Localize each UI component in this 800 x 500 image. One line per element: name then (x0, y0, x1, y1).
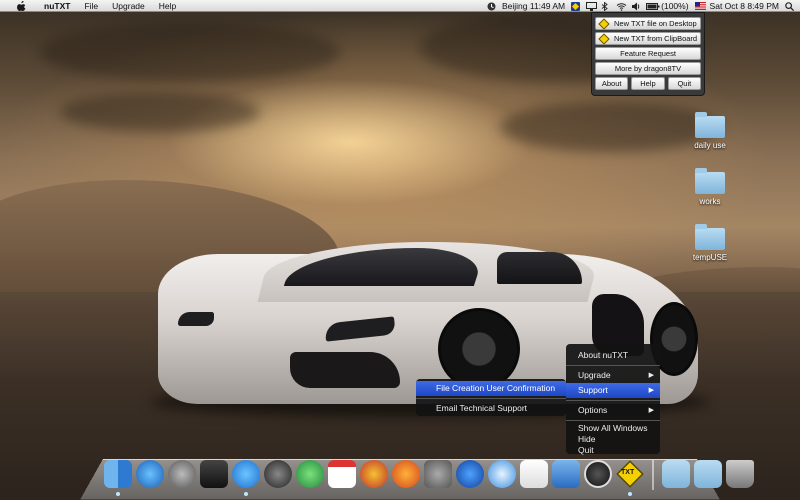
nutxt-badge: TXT (621, 469, 635, 476)
launchpad-icon[interactable] (168, 460, 196, 488)
menu-upgrade[interactable]: Upgrade (112, 1, 145, 11)
menu-item-options[interactable]: Options ▶ (566, 403, 660, 418)
cloud (40, 22, 340, 82)
folder-icon (695, 112, 725, 138)
chrome-like-icon[interactable] (264, 460, 292, 488)
about-button[interactable]: About (595, 77, 629, 90)
spotlight-search-icon[interactable] (785, 1, 795, 11)
menu-bar: nuTXT File Upgrade Help Beijing 11:49 AM… (0, 0, 800, 12)
nutxt-menubar-panel: New TXT file on Desktop New TXT from Cli… (591, 12, 705, 96)
nutxt-diamond-icon (598, 18, 610, 30)
date-time[interactable]: Sat Oct 8 8:49 PM (710, 1, 779, 11)
desktop-folder-tempuse[interactable]: tempUSE (680, 224, 740, 262)
folder-label: tempUSE (692, 253, 728, 262)
xcode-icon[interactable] (552, 460, 580, 488)
car-headlight (178, 312, 214, 326)
folder-icon (695, 224, 725, 250)
running-indicator (116, 492, 120, 496)
feature-request-button[interactable]: Feature Request (595, 47, 701, 60)
quit-button[interactable]: Quit (667, 77, 701, 90)
help-button[interactable]: Help (631, 77, 665, 90)
finder-icon[interactable] (104, 460, 132, 496)
menu-item-hide[interactable]: Hide (566, 434, 660, 445)
menu-separator (416, 398, 566, 399)
volume-icon[interactable] (631, 2, 640, 11)
display-icon[interactable] (586, 1, 598, 11)
menu-item-show-all-windows[interactable]: Show All Windows (566, 423, 660, 434)
new-txt-clipboard-button[interactable]: New TXT from ClipBoard (595, 32, 701, 45)
system-preferences-icon[interactable] (424, 460, 452, 488)
menu-separator (566, 365, 660, 366)
dock-context-menu: About nuTXT Upgrade ▶ Support ▶ Options … (566, 344, 660, 456)
menu-item-quit[interactable]: Quit (566, 445, 660, 456)
dock: TXT (104, 460, 754, 496)
menu-item-options-label: Options (578, 405, 608, 415)
running-indicator (244, 492, 248, 496)
car-intake (290, 352, 400, 388)
firefox-icon[interactable] (392, 460, 420, 488)
menu-item-file-creation-confirmation[interactable]: File Creation User Confirmation (416, 381, 566, 396)
menu-item-about[interactable]: About nuTXT (566, 348, 660, 363)
desktop-folder-daily-use[interactable]: daily use (680, 112, 740, 150)
folder-icon (695, 168, 725, 194)
clock-app-icon[interactable] (487, 2, 496, 11)
folder-label: works (699, 197, 721, 206)
bluetooth-icon[interactable] (601, 1, 610, 11)
menu-item-email-technical-support[interactable]: Email Technical Support (416, 401, 566, 416)
running-indicator (628, 492, 632, 496)
us-flag-input-icon[interactable] (694, 1, 706, 11)
safari-icon[interactable] (488, 460, 516, 488)
trash-icon[interactable] (726, 460, 754, 488)
more-by-dragon8tv-button[interactable]: More by dragon8TV (595, 62, 701, 75)
calendar-icon[interactable] (328, 460, 356, 488)
menu-item-upgrade-label: Upgrade (578, 370, 611, 380)
menu-item-support[interactable]: Support ▶ (566, 383, 660, 398)
menu-item-upgrade[interactable]: Upgrade ▶ (566, 368, 660, 383)
applications-folder-icon[interactable] (662, 460, 690, 488)
car-front-wheel (438, 308, 520, 390)
menu-file[interactable]: File (84, 1, 98, 11)
menu-separator (566, 400, 660, 401)
menu-extras: Beijing 11:49 AM (100%) Sat Oct 8 8:49 P… (487, 0, 795, 12)
menu-help[interactable]: Help (159, 1, 176, 11)
dock-separator (652, 460, 654, 490)
wifi-icon[interactable] (616, 2, 627, 11)
app-icon[interactable] (360, 460, 388, 488)
zip-icon[interactable] (584, 460, 612, 488)
support-submenu: File Creation User Confirmation Email Te… (416, 379, 566, 416)
textedit-icon[interactable] (520, 460, 548, 488)
new-txt-desktop-button[interactable]: New TXT file on Desktop (595, 17, 701, 30)
desktop-folder-works[interactable]: works (680, 168, 740, 206)
car-side-window (497, 252, 582, 284)
menu-separator (566, 420, 660, 421)
dashboard-icon[interactable] (200, 460, 228, 488)
nutxt-panel-footer: About Help Quit (595, 77, 701, 90)
submenu-arrow-icon: ▶ (648, 387, 654, 394)
new-txt-desktop-label: New TXT file on Desktop (614, 19, 697, 28)
menu-app-name[interactable]: nuTXT (44, 1, 70, 11)
submenu-arrow-icon: ▶ (648, 372, 654, 379)
app-store-icon[interactable] (232, 460, 260, 496)
new-txt-clipboard-label: New TXT from ClipBoard (614, 34, 698, 43)
battery-percent[interactable]: (100%) (661, 1, 688, 11)
messenger-icon[interactable] (296, 460, 324, 488)
submenu-arrow-icon: ▶ (648, 407, 654, 414)
nutxt-menubar-icon[interactable] (571, 1, 581, 11)
battery-icon[interactable] (646, 2, 660, 11)
documents-folder-icon[interactable] (694, 460, 722, 488)
itunes-icon[interactable] (136, 460, 164, 488)
menu-item-support-label: Support (578, 385, 608, 395)
folder-label: daily use (694, 141, 726, 150)
cloud (60, 92, 260, 132)
nutxt-icon[interactable]: TXT (616, 460, 644, 496)
world-clock-text[interactable]: Beijing 11:49 AM (502, 1, 565, 11)
apple-menu-icon[interactable] (14, 0, 28, 11)
google-earth-icon[interactable] (456, 460, 484, 488)
nutxt-diamond-icon (598, 33, 610, 45)
